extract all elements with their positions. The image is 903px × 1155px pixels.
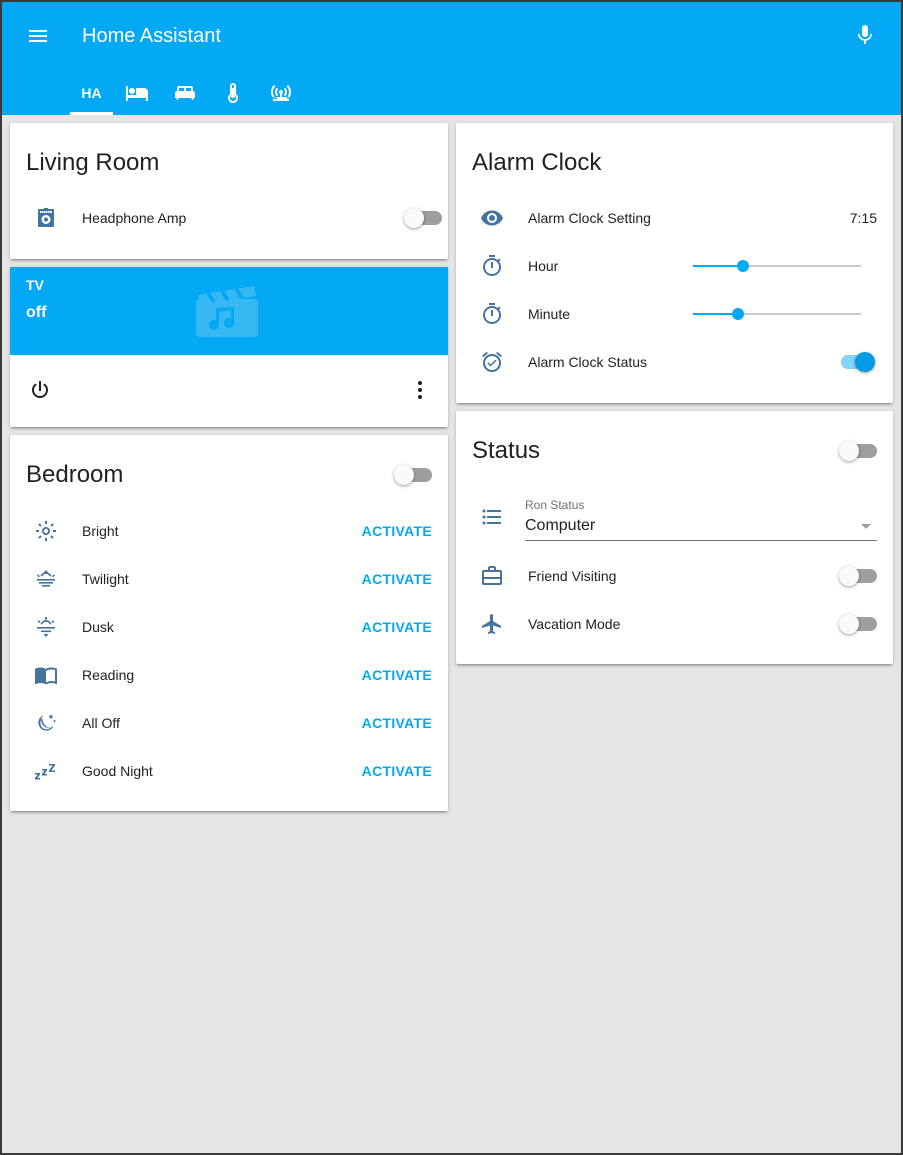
router-wireless-icon xyxy=(271,84,291,101)
eye-icon xyxy=(480,206,504,230)
tab-ha[interactable]: HA xyxy=(70,70,113,115)
activate-button[interactable]: ACTIVATE xyxy=(362,523,432,539)
entity-label: Headphone Amp xyxy=(82,210,187,226)
scene-row: Twilight ACTIVATE xyxy=(10,559,448,599)
scene-row: Reading ACTIVATE xyxy=(10,655,448,695)
entity-label: Alarm Clock Setting xyxy=(528,210,651,226)
weather-sunset-icon xyxy=(34,567,58,591)
scene-row: All Off ACTIVATE xyxy=(10,703,448,743)
activate-button[interactable]: ACTIVATE xyxy=(362,667,432,683)
media-player-card: TV off xyxy=(10,267,448,427)
thermometer-icon xyxy=(228,82,238,103)
power-icon[interactable] xyxy=(28,378,52,402)
media-player-state: off xyxy=(26,304,47,321)
entity-row: Alarm Clock Setting 7:15 xyxy=(456,198,893,238)
entity-label: Alarm Clock Status xyxy=(528,354,648,370)
friend-visiting-toggle[interactable] xyxy=(839,564,879,588)
tab-bedroom[interactable] xyxy=(113,70,161,115)
status-master-toggle[interactable] xyxy=(839,439,879,463)
moon-stars-icon xyxy=(34,711,58,735)
living-room-card: Living Room Headphone Amp xyxy=(10,123,448,259)
ron-status-dropdown[interactable]: Computer xyxy=(525,515,877,541)
entity-label: Minute xyxy=(528,306,571,322)
alarm-clock-card: Alarm Clock Alarm Clock Setting 7:15 Hou… xyxy=(456,123,893,403)
dropdown-label: Ron Status xyxy=(525,498,585,512)
entity-row: Headphone Amp xyxy=(10,198,448,238)
scene-label: Reading xyxy=(82,667,135,683)
scene-row: Dusk ACTIVATE xyxy=(10,607,448,647)
menu-icon[interactable] xyxy=(26,24,50,48)
tab-guest-room[interactable] xyxy=(161,70,209,115)
chevron-down-icon xyxy=(861,524,871,529)
tab-network[interactable] xyxy=(257,70,305,115)
status-card: Status Ron Status Computer Friend Visiti… xyxy=(456,411,893,664)
bedroom-master-toggle[interactable] xyxy=(394,463,434,487)
alarm-check-icon xyxy=(480,350,504,374)
sleep-icon xyxy=(34,759,58,783)
timer-icon xyxy=(480,254,504,278)
timer-icon xyxy=(480,302,504,326)
card-title: Bedroom xyxy=(26,461,124,488)
slider-row: Hour xyxy=(456,246,893,286)
scene-row: Bright ACTIVATE xyxy=(10,511,448,551)
activate-button[interactable]: ACTIVATE xyxy=(362,619,432,635)
bedroom-card: Bedroom Bright ACTIVATE Twilight ACTIVAT… xyxy=(10,435,448,811)
activate-button[interactable]: ACTIVATE xyxy=(362,763,432,779)
entity-row: Vacation Mode xyxy=(456,604,893,644)
scene-row: Good Night ACTIVATE xyxy=(10,751,448,791)
brightness-icon xyxy=(34,519,58,543)
slider-row: Minute xyxy=(456,294,893,334)
weather-sunset-down-icon xyxy=(34,615,58,639)
scene-label: Bright xyxy=(82,523,119,539)
card-title: Status xyxy=(472,437,541,464)
bed-double-icon xyxy=(175,85,195,100)
entity-row: Friend Visiting xyxy=(456,556,893,596)
card-title: Alarm Clock xyxy=(472,149,602,176)
scene-label: Twilight xyxy=(82,571,129,587)
minute-slider[interactable] xyxy=(693,302,861,326)
vacation-mode-toggle[interactable] xyxy=(839,612,879,636)
tab-climate[interactable] xyxy=(209,70,257,115)
activate-button[interactable]: ACTIVATE xyxy=(362,715,432,731)
briefcase-icon xyxy=(480,564,504,588)
more-vert-icon[interactable] xyxy=(408,378,432,402)
airplane-icon xyxy=(480,612,504,636)
format-list-bulleted-icon xyxy=(480,505,504,529)
hour-slider[interactable] xyxy=(693,254,861,278)
entity-label: Friend Visiting xyxy=(528,568,617,584)
app-header: Home Assistant HA xyxy=(0,0,903,115)
scene-label: All Off xyxy=(82,715,120,731)
scene-label: Good Night xyxy=(82,763,153,779)
entity-row: Alarm Clock Status xyxy=(456,342,893,382)
activate-button[interactable]: ACTIVATE xyxy=(362,571,432,587)
amplifier-icon xyxy=(34,206,58,230)
app-title: Home Assistant xyxy=(82,25,221,47)
alarm-status-toggle[interactable] xyxy=(837,350,877,374)
entity-label: Hour xyxy=(528,258,559,274)
movie-music-icon xyxy=(196,285,262,337)
headphone-amp-toggle[interactable] xyxy=(404,206,444,230)
microphone-icon[interactable] xyxy=(853,23,877,47)
entity-label: Vacation Mode xyxy=(528,616,621,632)
scene-label: Dusk xyxy=(82,619,114,635)
media-banner: TV off xyxy=(10,267,448,355)
book-open-icon xyxy=(34,663,58,687)
dropdown-value: Computer xyxy=(525,517,596,534)
bed-single-icon xyxy=(126,85,148,101)
alarm-time-value: 7:15 xyxy=(849,210,877,226)
card-title: Living Room xyxy=(26,149,160,176)
view-tabs: HA xyxy=(70,70,305,115)
media-player-name: TV xyxy=(26,277,44,293)
